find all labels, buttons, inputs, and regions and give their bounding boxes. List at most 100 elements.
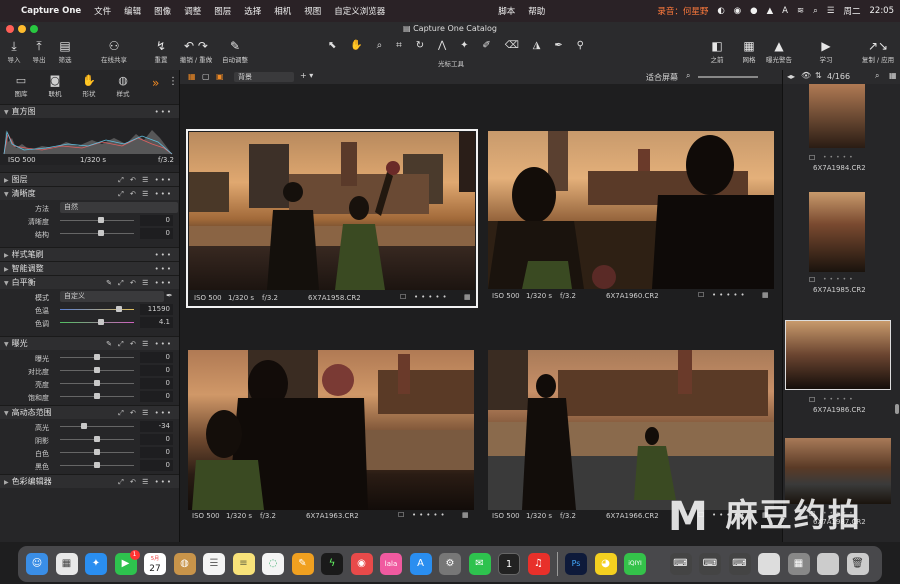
keyboard-thumbnail-icon[interactable]: ⌨	[728, 553, 751, 575]
menu-view[interactable]: 视图	[304, 5, 321, 17]
select-checkbox[interactable]: ☐	[809, 396, 815, 404]
picker-cursor-icon[interactable]: ✒	[554, 40, 562, 54]
menu-edit[interactable]: 编辑	[124, 5, 141, 17]
view-grid-icon[interactable]: ▦	[188, 72, 196, 81]
filmstrip-item[interactable]: ☐ ••••• 6X7A1986.CR2	[783, 320, 900, 414]
minimize-window-button[interactable]	[18, 25, 26, 33]
facetime-icon[interactable]: ▶ 1	[114, 550, 140, 575]
menu-image[interactable]: 图像	[154, 5, 171, 17]
filmstrip-grid-icon[interactable]: ▦	[889, 71, 897, 80]
grid-button[interactable]: ▦ 网格	[738, 39, 760, 64]
finder-icon[interactable]: ☺	[26, 553, 48, 575]
menu-camera[interactable]: 相机	[274, 5, 291, 17]
code-editor-icon[interactable]: ϟ	[321, 553, 343, 575]
add-icon[interactable]: + ▾	[300, 71, 313, 80]
tag-icon[interactable]: ▦	[762, 291, 769, 299]
hdr-header[interactable]: ▼ 高动态范围 ⤢ ↶ ☰ •••	[0, 405, 179, 419]
menu-file[interactable]: 文件	[94, 5, 111, 17]
hdr-slider[interactable]	[94, 462, 100, 468]
hdr-slider[interactable]	[81, 423, 88, 429]
select-checkbox[interactable]: ☐	[398, 511, 404, 519]
wechat-icon[interactable]: ✉	[468, 553, 491, 575]
clarity-slider[interactable]	[98, 217, 104, 223]
rating-dots[interactable]: •••••	[823, 154, 856, 161]
before-button[interactable]: ◧ 之前	[706, 39, 728, 64]
pan-cursor-icon[interactable]: ✋	[350, 40, 362, 54]
sort-icon[interactable]: ⇅	[815, 71, 822, 80]
keystone-cursor-icon[interactable]: ⋀	[438, 40, 446, 54]
background-select[interactable]: 背景	[234, 72, 294, 82]
view-single-icon[interactable]: ▢	[202, 72, 210, 81]
smart-adjust-header[interactable]: ▶ 智能调整 •••	[0, 261, 179, 275]
crop-cursor-icon[interactable]: ⌗	[396, 40, 402, 54]
keyboard-thumbnail-icon[interactable]: ⌨	[669, 553, 692, 575]
tab-style[interactable]: ◍ 样式	[106, 70, 140, 104]
select-cursor-icon[interactable]: ⬉	[328, 40, 336, 54]
recording-indicator[interactable]: 录音：何星野	[657, 5, 708, 17]
exposure-warning-button[interactable]: ▲ 曝光警告	[762, 39, 796, 64]
copy-apply-button[interactable]: ↗↘ 复制 / 应用	[858, 39, 898, 64]
image-cell-1960[interactable]: ISO 500 1/320 s f/3.2 6X7A1960.CR2 ☐ •••…	[486, 129, 776, 308]
menu-date[interactable]: 周二	[843, 5, 860, 17]
wb-tint-slider[interactable]	[98, 319, 104, 325]
exposure-header[interactable]: ▼ 曝光 ✎ ⤢ ↶ ☰ •••	[0, 336, 179, 350]
hdr-value[interactable]: -34	[140, 421, 173, 432]
search-icon[interactable]: ⌕	[875, 71, 879, 81]
select-checkbox[interactable]: ☐	[698, 291, 704, 299]
eye-icon[interactable]: 👁	[801, 71, 811, 80]
tab-library[interactable]: ▭ 图库	[4, 70, 38, 104]
exposure-value[interactable]: 0	[140, 391, 173, 402]
status-icon[interactable]: ◐	[717, 6, 724, 16]
notes-brown-icon[interactable]: ◍	[173, 553, 196, 575]
keyboard-thumbnail-icon[interactable]: ⌨	[699, 553, 721, 575]
safari-icon[interactable]: ✦	[85, 553, 107, 575]
tab-menu-icon[interactable]: ⋮	[168, 76, 178, 87]
menu-adjust[interactable]: 调整	[184, 5, 201, 17]
tag-icon[interactable]: ▦	[464, 293, 471, 301]
style-brush-header[interactable]: ▶ 样式笔刷 •••	[0, 247, 179, 261]
rotate-cursor-icon[interactable]: ↻	[416, 40, 424, 54]
menu-time[interactable]: 22:05	[870, 6, 895, 16]
rating-dots[interactable]: •••••	[823, 276, 856, 283]
gradient-cursor-icon[interactable]: ◮	[533, 40, 541, 54]
import-button[interactable]: ⤓ 导入	[4, 39, 24, 64]
search-icon[interactable]: ⌕	[813, 6, 818, 16]
white-balance-header[interactable]: ▼ 白平衡 ✎ ⤢ ↶ ☰ •••	[0, 275, 179, 289]
tab-shape[interactable]: ✋ 形状	[72, 70, 106, 104]
structure-slider[interactable]	[98, 230, 104, 236]
select-checkbox[interactable]: ☐	[809, 154, 815, 162]
histogram-header[interactable]: ▼ 直方图 •••	[0, 104, 179, 118]
pencil-app-icon[interactable]: ✎	[291, 553, 314, 575]
exposure-slider[interactable]	[94, 354, 100, 360]
wb-mode-select[interactable]: 自定义	[60, 291, 164, 302]
iqiyi-icon[interactable]: iQIYI	[624, 553, 646, 575]
netease-music-icon[interactable]: ♫	[527, 553, 550, 575]
exposure-slider[interactable]	[94, 367, 100, 373]
layers-header[interactable]: ▶ 图层 ⤢ ↶ ☰ •••	[0, 172, 179, 186]
tab-tether[interactable]: ◙ 联机	[38, 70, 72, 104]
exposure-value[interactable]: 0	[140, 378, 173, 389]
photoshop-icon[interactable]: Ps	[565, 553, 587, 575]
duck-app-icon[interactable]: ◕	[594, 553, 617, 575]
weibo-icon[interactable]: ◉	[350, 553, 373, 575]
brush-cursor-icon[interactable]: ✐	[482, 40, 490, 54]
rating-dots[interactable]: •••••	[412, 511, 448, 519]
hdr-value[interactable]: 0	[140, 447, 173, 458]
image-cell-1958[interactable]: ISO 500 1/320 s f/3.2 6X7A1958.CR2 ☐ •••…	[186, 129, 478, 308]
status-icon[interactable]: ●	[750, 6, 757, 16]
filmstrip-item[interactable]: ☐ ••••• 6X7A1985.CR2	[783, 188, 900, 294]
clarity-value[interactable]: 0	[140, 215, 173, 226]
close-window-button[interactable]	[6, 25, 14, 33]
onepassword-icon[interactable]: 1	[498, 553, 520, 575]
reset-button[interactable]: ↯ 重置	[150, 39, 172, 64]
menu-custom-browser[interactable]: 自定义浏览器	[334, 5, 385, 17]
wb-temp-slider[interactable]	[116, 306, 122, 312]
zoom-icon[interactable]: ⌕	[686, 71, 690, 81]
menu-select[interactable]: 选择	[244, 5, 261, 17]
wb-picker-cursor-icon[interactable]: ⚲	[577, 40, 584, 54]
loupe-cursor-icon[interactable]: ⌕	[377, 40, 383, 54]
structure-value[interactable]: 0	[140, 228, 173, 239]
messages-icon[interactable]: ◌	[262, 553, 284, 575]
online-share-button[interactable]: ⚇ 在线共享	[96, 39, 132, 64]
filter-button[interactable]: ▤ 筛选	[54, 39, 76, 64]
